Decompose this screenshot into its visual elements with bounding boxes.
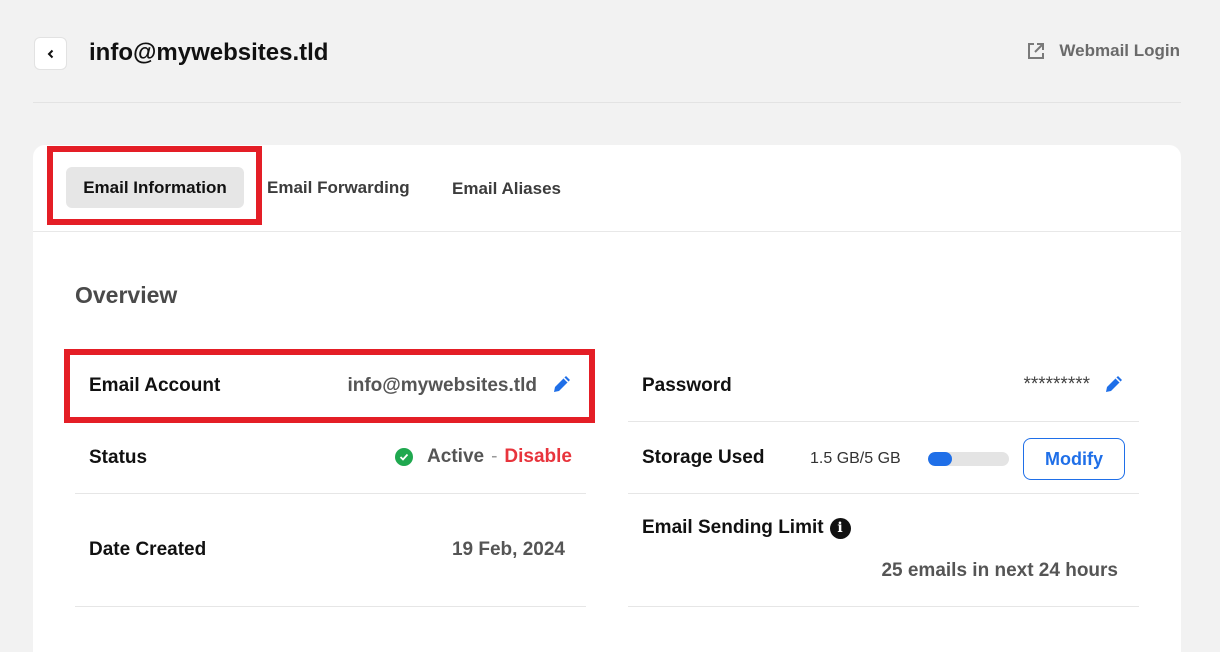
status-value: Active - Disable [395,446,572,468]
disable-link[interactable]: Disable [504,446,572,468]
row-divider [75,606,586,607]
tab-email-aliases[interactable]: Email Aliases [452,179,561,199]
date-created-label: Date Created [89,539,207,560]
storage-used-label: Storage Used [642,447,765,468]
header-divider [33,102,1181,103]
row-divider [628,421,1139,422]
sending-limit-value: 25 emails in next 24 hours [881,560,1118,581]
edit-password-pencil-icon[interactable] [1103,373,1125,395]
webmail-login-link[interactable]: Webmail Login [1027,41,1180,61]
status-separator: - [491,446,498,467]
info-icon[interactable]: i [829,517,851,539]
date-created-value: 19 Feb, 2024 [451,539,565,560]
page-title: info@mywebsites.tld [89,39,329,66]
row-divider [628,606,1139,607]
sending-limit-label: Email Sending Limit i [642,517,851,539]
storage-progress-bar [928,452,1009,466]
tab-email-information[interactable]: Email Information [66,167,244,208]
password-label: Password [642,375,732,396]
edit-email-pencil-icon[interactable] [551,373,573,395]
check-circle-icon [395,448,414,466]
storage-progress-fill [928,452,953,466]
password-value: ********* [1023,374,1090,395]
row-divider [75,493,586,494]
tab-email-forwarding[interactable]: Email Forwarding [267,178,410,198]
webmail-login-label: Webmail Login [1059,41,1180,60]
email-account-value: info@mywebsites.tld [347,375,537,396]
overview-title: Overview [75,282,178,308]
email-account-label: Email Account [89,375,221,396]
sending-limit-label-text: Email Sending Limit [642,517,824,538]
status-label: Status [89,447,148,468]
status-active-text: Active [427,446,485,467]
modify-storage-button[interactable]: Modify [1023,438,1125,480]
chevron-left-icon [47,49,53,58]
row-divider [628,493,1139,494]
email-details-card: Email Information Email Forwarding Email… [33,145,1181,652]
external-link-icon [1028,43,1045,59]
back-button[interactable] [34,37,67,70]
tabs-divider [33,231,1181,232]
storage-used-value: 1.5 GB/5 GB [810,450,901,467]
